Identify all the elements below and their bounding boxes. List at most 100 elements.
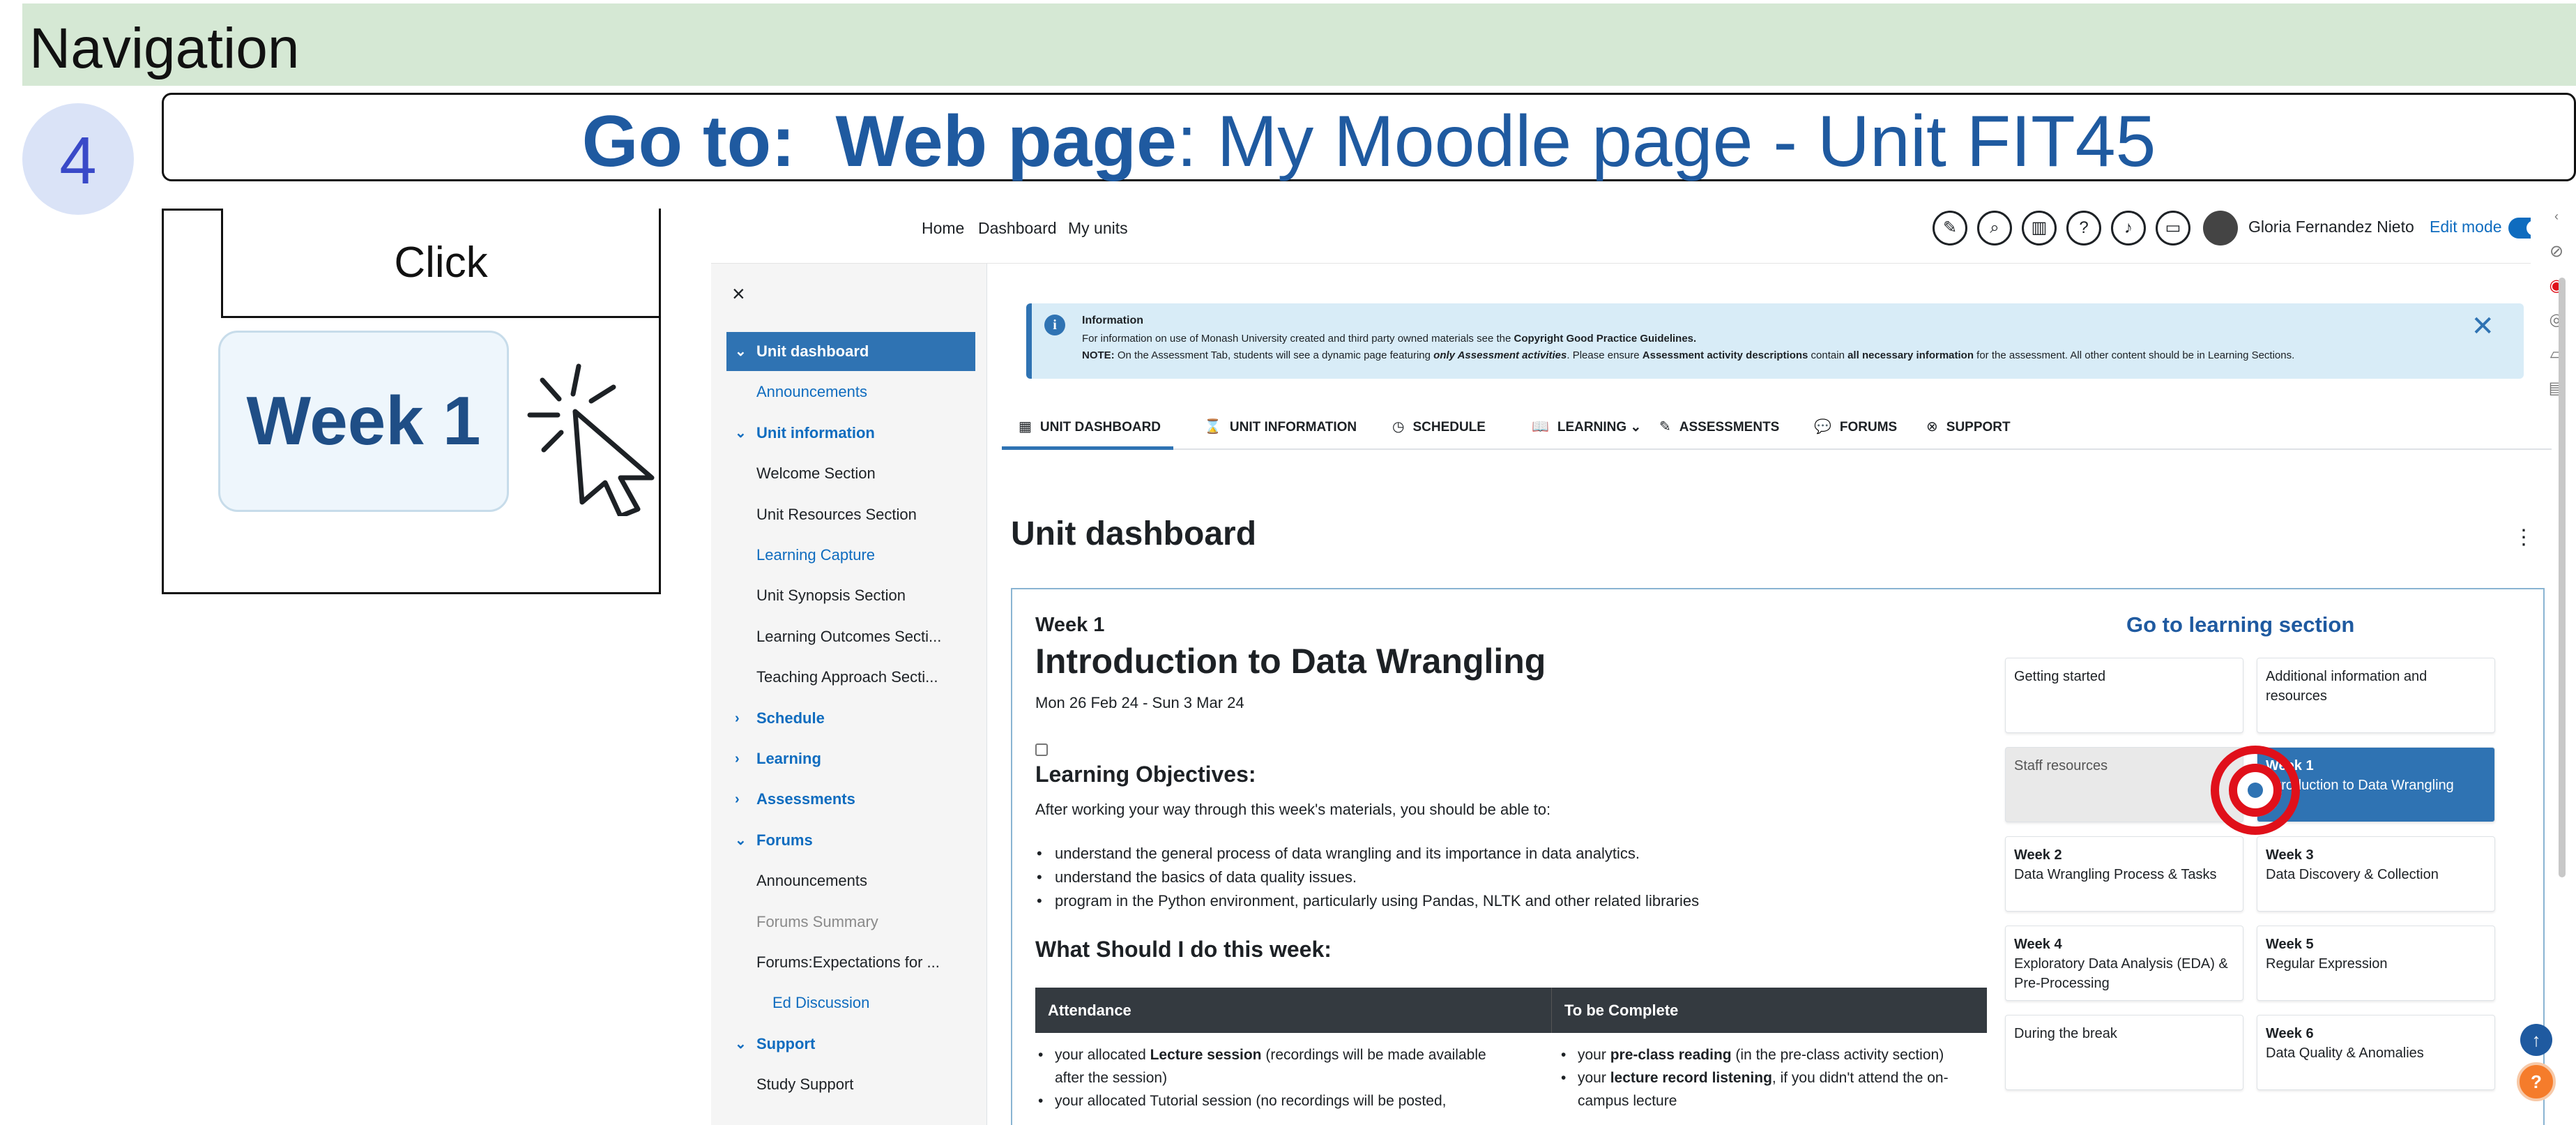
sidebar-item-label: Support xyxy=(756,1034,816,1052)
sidebar-item-label: Unit Synopsis Section xyxy=(756,587,906,605)
sidebar-item-unit-synopsis-section[interactable]: Unit Synopsis Section xyxy=(726,576,975,615)
help-button[interactable]: ? xyxy=(2517,1062,2556,1101)
card-title: Week 3 xyxy=(2266,847,2314,863)
nav-home-link[interactable]: Home xyxy=(922,219,964,238)
goto-instruction-box: Go to: Web page: My Moodle page - Unit F… xyxy=(162,93,2576,182)
table-cell: your lecture record listening, if you di… xyxy=(1561,1070,1949,1087)
sidebar-item-label: Learning Outcomes Secti... xyxy=(756,627,942,645)
table-cell: after the session) xyxy=(1055,1070,1168,1086)
table-cell: your pre-class reading (in the pre-class… xyxy=(1561,1047,1944,1064)
slide-header: Navigation xyxy=(29,17,300,80)
nav-my-units-link[interactable]: My units xyxy=(1068,219,1128,238)
chevron-right-icon[interactable]: › xyxy=(735,780,740,819)
table-cell: campus lecture xyxy=(1578,1093,1677,1109)
week-title: Introduction to Data Wrangling xyxy=(1035,642,1546,681)
bell-icon[interactable]: ♪ xyxy=(2111,211,2146,246)
chat-icon[interactable]: ▭ xyxy=(2156,211,2190,246)
learning-card[interactable]: During the break xyxy=(2005,1015,2243,1090)
action-label: Click xyxy=(394,239,488,287)
sidebar-item-announcements[interactable]: Announcements xyxy=(726,372,975,412)
sidebar-item-learning[interactable]: › Learning xyxy=(726,739,975,778)
week-dates: Mon 26 Feb 24 - Sun 3 Mar 24 xyxy=(1035,694,1244,711)
close-icon[interactable]: ✕ xyxy=(2471,310,2494,342)
learning-card[interactable]: Getting started xyxy=(2005,658,2243,733)
sidebar-item-label: Announcements xyxy=(756,383,867,401)
page-scrollbar[interactable] xyxy=(2559,278,2566,877)
sidebar-item-learning-outcomes-secti[interactable]: Learning Outcomes Secti... xyxy=(726,617,975,656)
card-subtitle: Exploratory Data Analysis (EDA) & Pre-Pr… xyxy=(2014,956,2228,991)
book-icon[interactable]: ▥ xyxy=(2022,211,2057,246)
ink-icon[interactable]: ✎ xyxy=(1933,211,1967,246)
sidebar-item-label: Forums:Expectations for ... xyxy=(756,953,940,971)
sidebar-item-label: Unit Resources Section xyxy=(756,505,917,523)
sidebar-item-schedule[interactable]: › Schedule xyxy=(726,699,975,738)
learning-card[interactable]: Staff resources xyxy=(2005,747,2243,822)
click-cursor-icon xyxy=(527,363,655,516)
card-subtitle: During the break xyxy=(2014,1026,2117,1041)
action-label-box: Click xyxy=(221,209,661,318)
chevron-down-icon[interactable]: ⌄ xyxy=(735,332,747,371)
info-title: Information xyxy=(1082,315,1143,326)
edit-mode-label: Edit mode xyxy=(2430,218,2502,236)
step-number-badge: 4 xyxy=(22,103,134,215)
sidebar-item-forums[interactable]: ⌄ Forums xyxy=(726,821,975,860)
sidebar-item-ed-discussion[interactable]: Ed Discussion xyxy=(726,983,975,1022)
todo-heading: What Should I do this week: xyxy=(1035,937,1332,962)
chevron-down-icon[interactable]: ⌄ xyxy=(735,414,747,453)
avatar[interactable] xyxy=(2203,211,2238,246)
unit-tabs: ▦ UNIT DASHBOARD ⌛ UNIT INFORMATION ◷ SCHED… xyxy=(1002,408,2552,450)
learning-card[interactable]: Additional information and resources xyxy=(2257,658,2495,733)
sidebar-item-announcements[interactable]: Announcements xyxy=(726,861,975,900)
nav-dashboard-link[interactable]: Dashboard xyxy=(978,219,1057,238)
completion-checkbox[interactable] xyxy=(1035,743,1048,756)
tab-assessments[interactable]: ✎ ASSESSMENTS xyxy=(1659,408,1779,450)
chevron-right-icon[interactable]: › xyxy=(735,699,740,738)
card-subtitle: Additional information and resources xyxy=(2266,669,2428,704)
sidebar-item-unit-resources-section[interactable]: Unit Resources Section xyxy=(726,495,975,534)
sidebar-item-learning-capture[interactable]: Learning Capture xyxy=(726,536,975,575)
tab-forums[interactable]: 💬 FORUMS xyxy=(1814,408,1897,450)
information-banner: i Information For information on use of … xyxy=(1026,303,2524,379)
scroll-to-top-button[interactable]: ↑ xyxy=(2520,1024,2552,1056)
mute-icon[interactable]: ⊘ xyxy=(2546,241,2567,262)
tab-schedule[interactable]: ◷ SCHEDULE xyxy=(1392,408,1486,450)
sidebar-item-forums-summary[interactable]: Forums Summary xyxy=(726,903,975,942)
user-name[interactable]: Gloria Fernandez Nieto xyxy=(2248,218,2414,236)
copyright-guidelines-link[interactable]: Copyright Good Practice Guidelines. xyxy=(1514,333,1696,345)
learning-card-week-3[interactable]: Week 3 Data Discovery & Collection xyxy=(2257,836,2495,912)
more-options-icon[interactable]: ⋮ xyxy=(2513,525,2534,550)
tab-learning[interactable]: 📖 LEARNING ⌄ xyxy=(1532,408,1641,450)
help-icon[interactable]: ? xyxy=(2066,211,2101,246)
step-number: 4 xyxy=(59,123,97,198)
sidebar-item-label: Study Support xyxy=(756,1075,854,1094)
sidebar-item-unit-dashboard[interactable]: ⌄ Unit dashboard xyxy=(726,332,975,371)
objective-item: understand the general process of data w… xyxy=(1037,845,1640,863)
tab-support[interactable]: ⊗ SUPPORT xyxy=(1926,408,2011,450)
chevron-left-icon[interactable]: ‹ xyxy=(2546,209,2567,230)
search-icon[interactable]: ⌕ xyxy=(1977,211,2012,246)
sidebar-item-forums-expectations-for[interactable]: Forums:Expectations for ... xyxy=(726,943,975,982)
sidebar-item-teaching-approach-secti[interactable]: Teaching Approach Secti... xyxy=(726,658,975,697)
sidebar-item-study-support[interactable]: Study Support xyxy=(726,1065,975,1104)
card-title: Week 2 xyxy=(2014,847,2062,863)
sidebar-item-unit-information[interactable]: ⌄ Unit information xyxy=(726,414,975,453)
learning-card-week-6[interactable]: Week 6 Data Quality & Anomalies xyxy=(2257,1015,2495,1090)
week-label: Week 1 xyxy=(1035,614,1105,636)
objective-item: program in the Python environment, parti… xyxy=(1037,892,1699,910)
tab-unit-dashboard[interactable]: ▦ UNIT DASHBOARD xyxy=(1002,408,1173,450)
chevron-down-icon[interactable]: ⌄ xyxy=(735,821,747,860)
chevron-right-icon[interactable]: › xyxy=(735,739,740,778)
sidebar-item-assessments[interactable]: › Assessments xyxy=(726,780,975,819)
learning-card-week-5[interactable]: Week 5 Regular Expression xyxy=(2257,926,2495,1001)
table-cell: your allocated Lecture session (recordin… xyxy=(1038,1047,1486,1064)
tab-unit-information[interactable]: ⌛ UNIT INFORMATION xyxy=(1204,408,1357,450)
sidebar-item-support[interactable]: ⌄ Support xyxy=(726,1025,975,1064)
moodle-topbar: Home Dashboard My units ✎ ⌕ ▥ ? ♪ ▭ Glor… xyxy=(711,208,2576,264)
learning-card-week-4[interactable]: Week 4 Exploratory Data Analysis (EDA) & … xyxy=(2005,926,2243,1001)
card-title: Week 6 xyxy=(2266,1026,2314,1041)
close-icon[interactable]: × xyxy=(732,281,745,307)
sidebar-item-welcome-section[interactable]: Welcome Section xyxy=(726,454,975,493)
chevron-down-icon[interactable]: ⌄ xyxy=(735,1025,747,1064)
sidebar-item-label: Unit dashboard xyxy=(756,342,869,360)
learning-card-week-2[interactable]: Week 2 Data Wrangling Process & Tasks xyxy=(2005,836,2243,912)
